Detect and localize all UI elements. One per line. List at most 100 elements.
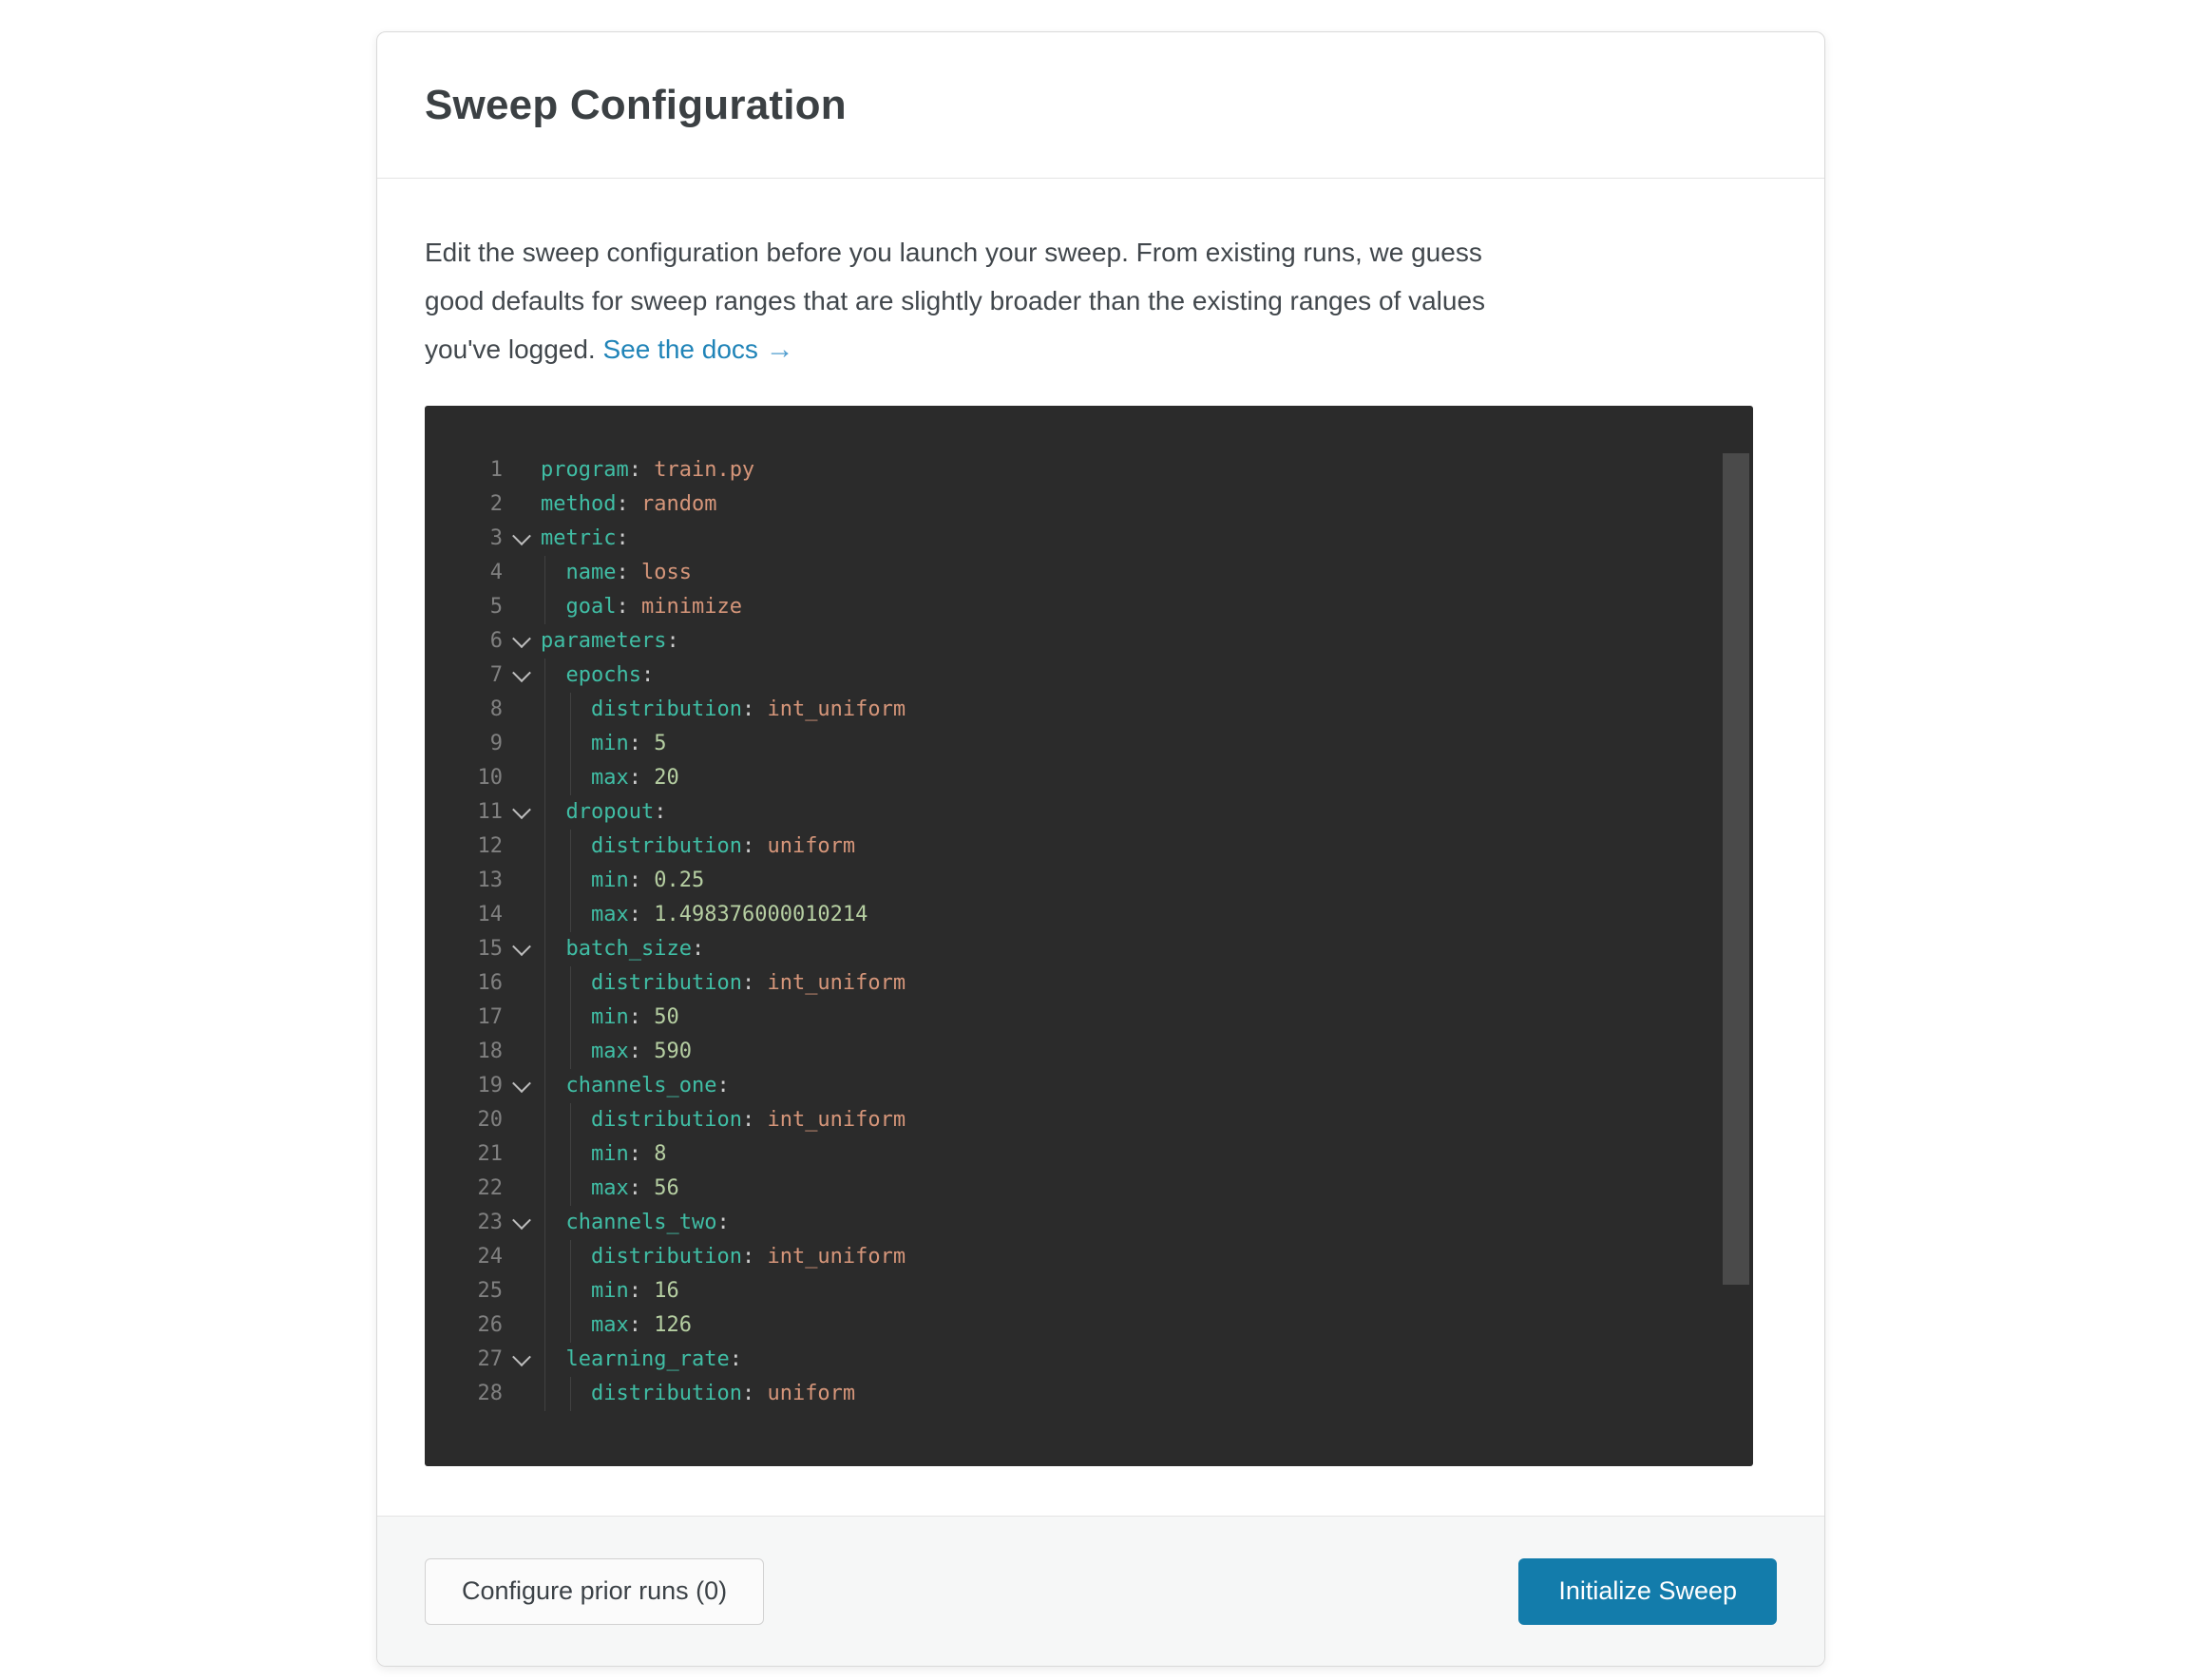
indent-guide <box>544 659 545 693</box>
code-line[interactable]: 1program: train.py <box>425 453 1753 487</box>
code-line[interactable]: 21min: 8 <box>425 1137 1753 1172</box>
line-number: 13 <box>425 864 503 898</box>
initialize-sweep-button[interactable]: Initialize Sweep <box>1518 1558 1777 1625</box>
chevron-down-icon[interactable] <box>512 1074 531 1093</box>
line-number: 19 <box>425 1069 503 1103</box>
yaml-key: min <box>591 1279 629 1303</box>
chevron-down-icon[interactable] <box>512 800 531 819</box>
yaml-value: int_uniform <box>767 1108 906 1132</box>
code-line[interactable]: 25min: 16 <box>425 1274 1753 1308</box>
yaml-value: 0.25 <box>654 869 704 892</box>
arrow-right-icon[interactable]: → <box>766 334 794 365</box>
indent-guide <box>544 727 545 761</box>
code-line[interactable]: 13min: 0.25 <box>425 864 1753 898</box>
line-number: 8 <box>425 693 503 727</box>
yaml-colon: : <box>629 732 655 755</box>
fold-toggle[interactable] <box>503 659 541 693</box>
indent-guide <box>570 761 571 795</box>
indent-guide <box>570 1274 571 1308</box>
chevron-down-icon[interactable] <box>512 1347 531 1366</box>
description-line-1: Edit the sweep configuration before you … <box>425 228 1774 277</box>
chevron-down-icon[interactable] <box>512 629 531 648</box>
fold-cell-empty <box>503 898 541 932</box>
code-line[interactable]: 26 max: 126 <box>425 1308 1753 1343</box>
code-line[interactable]: 6parameters: <box>425 624 1753 659</box>
indent-guide <box>544 1172 545 1206</box>
chevron-down-icon[interactable] <box>512 663 531 682</box>
fold-toggle[interactable] <box>503 624 541 659</box>
code-line[interactable]: 17min: 50 <box>425 1001 1753 1035</box>
indent-guide <box>570 966 571 1001</box>
yaml-colon: : <box>742 697 768 721</box>
code-line[interactable]: 11dropout: <box>425 795 1753 830</box>
code-line[interactable]: 20distribution: int_uniform <box>425 1103 1753 1137</box>
see-the-docs-link[interactable]: See the docs <box>602 334 757 364</box>
code-line[interactable]: 8distribution: int_uniform <box>425 693 1753 727</box>
code-line[interactable]: 2method: random <box>425 487 1753 522</box>
fold-toggle[interactable] <box>503 1343 541 1377</box>
chevron-down-icon[interactable] <box>512 1211 531 1230</box>
yaml-value: int_uniform <box>767 697 906 721</box>
fold-toggle[interactable] <box>503 1069 541 1103</box>
sweep-configuration-dialog: Sweep Configuration Edit the sweep confi… <box>376 31 1825 1667</box>
line-number: 16 <box>425 966 503 1001</box>
code-line-text: learning_rate: <box>541 1343 1753 1377</box>
indent-guide <box>544 1343 545 1377</box>
indent-guide <box>544 864 545 898</box>
code-line[interactable]: 19channels_one: <box>425 1069 1753 1103</box>
indent-guide <box>570 1137 571 1172</box>
code-line[interactable]: 5goal: minimize <box>425 590 1753 624</box>
fold-toggle[interactable] <box>503 1206 541 1240</box>
code-line[interactable]: 27learning_rate: <box>425 1343 1753 1377</box>
yaml-colon: : <box>730 1347 742 1371</box>
yaml-colon: : <box>716 1211 729 1234</box>
code-line-text: max: 126 <box>541 1308 1753 1343</box>
indent-guide <box>570 1103 571 1137</box>
code-line[interactable]: 12distribution: uniform <box>425 830 1753 864</box>
editor-scrollbar-thumb[interactable] <box>1723 453 1749 1285</box>
fold-toggle[interactable] <box>503 522 541 556</box>
line-number: 26 <box>425 1308 503 1343</box>
yaml-key: learning_rate <box>566 1347 730 1371</box>
yaml-key: min <box>591 1142 629 1166</box>
fold-cell-empty <box>503 1172 541 1206</box>
yaml-value: 20 <box>654 766 679 790</box>
code-line[interactable]: 15batch_size: <box>425 932 1753 966</box>
chevron-down-icon[interactable] <box>512 526 531 545</box>
yaml-key: dropout <box>566 800 655 824</box>
code-line[interactable]: 3metric: <box>425 522 1753 556</box>
fold-cell-empty <box>503 590 541 624</box>
yaml-colon: : <box>629 869 655 892</box>
fold-toggle[interactable] <box>503 795 541 830</box>
line-number: 24 <box>425 1240 503 1274</box>
indent-guide <box>544 761 545 795</box>
code-line[interactable]: 4name: loss <box>425 556 1753 590</box>
code-line-text: batch_size: <box>541 932 1753 966</box>
yaml-colon: : <box>616 526 628 550</box>
code-line[interactable]: 23channels_two: <box>425 1206 1753 1240</box>
chevron-down-icon[interactable] <box>512 937 531 956</box>
line-number: 17 <box>425 1001 503 1035</box>
line-number: 4 <box>425 556 503 590</box>
yaml-value: 1.498376000010214 <box>654 903 868 926</box>
line-number: 25 <box>425 1274 503 1308</box>
code-line[interactable]: 24distribution: int_uniform <box>425 1240 1753 1274</box>
code-line[interactable]: 22max: 56 <box>425 1172 1753 1206</box>
fold-toggle[interactable] <box>503 932 541 966</box>
code-line-text: min: 8 <box>541 1137 1753 1172</box>
yaml-colon: : <box>616 595 641 619</box>
code-line[interactable]: 28distribution: uniform <box>425 1377 1753 1411</box>
yaml-colon: : <box>616 561 641 584</box>
configure-prior-runs-button[interactable]: Configure prior runs (0) <box>425 1558 764 1625</box>
yaml-key: metric <box>541 526 616 550</box>
sweep-config-code-editor[interactable]: 1program: train.py2method: random3metric… <box>425 406 1753 1466</box>
indent-guide <box>544 830 545 864</box>
code-line[interactable]: 18max: 590 <box>425 1035 1753 1069</box>
indent-guide <box>570 1001 571 1035</box>
code-line[interactable]: 10max: 20 <box>425 761 1753 795</box>
code-line[interactable]: 7epochs: <box>425 659 1753 693</box>
fold-cell-empty <box>503 966 541 1001</box>
code-line[interactable]: 16distribution: int_uniform <box>425 966 1753 1001</box>
code-line[interactable]: 9min: 5 <box>425 727 1753 761</box>
code-line[interactable]: 14max: 1.498376000010214 <box>425 898 1753 932</box>
